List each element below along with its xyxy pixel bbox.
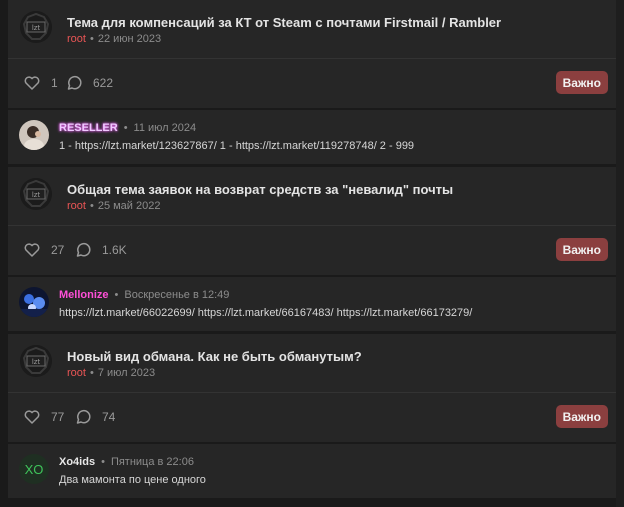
post-time: Пятница в 22:06 [110, 456, 194, 468]
post-meta: Xo4ids • Пятница в 22:06 [59, 456, 194, 468]
latest-post[interactable]: Mellonize • Воскресенье в 12:49 https://lz… [8, 277, 616, 331]
post-time: 11 июл 2024 [133, 122, 197, 134]
separator-dot: • [114, 289, 119, 301]
lzt-logo-icon: lzt [20, 178, 52, 210]
thread-title[interactable]: Общая тема заявок на возврат средств за … [67, 182, 453, 197]
author-avatar[interactable]: lzt [20, 345, 52, 377]
thread-date: 7 июл 2023 [97, 367, 156, 379]
thread-title[interactable]: Тема для компенсаций за КТ от Steam с по… [67, 15, 501, 30]
post-text[interactable]: Два мамонта по цене одного [59, 474, 206, 486]
separator-dot: • [89, 33, 94, 45]
user-photo-icon [19, 287, 49, 317]
user-avatar[interactable]: XO [19, 454, 49, 484]
user-avatar[interactable] [19, 120, 49, 150]
thread-meta: root • 22 июн 2023 [67, 33, 161, 45]
like-count: 27 [51, 243, 65, 257]
thread-actions: 27 1.6K Важно [8, 225, 616, 275]
post-meta: Mellonize • Воскресенье в 12:49 [59, 289, 229, 301]
post-username[interactable]: Xo4ids [59, 456, 95, 468]
thread-meta: root • 25 май 2022 [67, 200, 160, 212]
comment-icon [76, 242, 91, 257]
like-button[interactable]: 27 [23, 241, 64, 259]
like-count: 77 [51, 410, 65, 424]
comments-button[interactable]: 74 [74, 408, 115, 426]
thread-actions: 1 622 Важно [8, 58, 616, 108]
comments-button[interactable]: 1.6K [74, 241, 127, 259]
post-text[interactable]: https://lzt.market/66022699/ https://lzt… [59, 307, 472, 319]
post-username[interactable]: RESELLER [59, 122, 118, 134]
comment-count: 1.6K [102, 243, 127, 257]
author-avatar[interactable]: lzt [20, 178, 52, 210]
author-avatar[interactable]: lzt [20, 11, 52, 43]
important-badge[interactable]: Важно [555, 71, 608, 94]
post-meta: RESELLER • 11 июл 2024 [59, 122, 196, 134]
comment-icon [67, 75, 82, 90]
user-avatar[interactable] [19, 287, 49, 317]
latest-post[interactable]: XO Xo4ids • Пятница в 22:06 Два мамонта по… [8, 444, 616, 498]
comment-count: 622 [93, 76, 114, 90]
comment-count: 74 [102, 410, 116, 424]
lzt-logo-icon: lzt [20, 11, 52, 43]
thread-card[interactable]: lzt Общая тема заявок на возврат средств… [8, 167, 616, 275]
thread-meta: root • 7 июл 2023 [67, 367, 155, 379]
important-badge[interactable]: Важно [555, 238, 608, 261]
svg-text:lzt: lzt [32, 191, 41, 199]
separator-dot: • [123, 122, 128, 134]
like-button[interactable]: 1 [23, 74, 58, 92]
thread-header: lzt Тема для компенсаций за КТ от Steam … [8, 0, 616, 58]
like-button[interactable]: 77 [23, 408, 64, 426]
thread-header: lzt Общая тема заявок на возврат средств… [8, 167, 616, 225]
thread-date: 22 июн 2023 [97, 33, 162, 45]
thread-author[interactable]: root [67, 367, 86, 379]
important-badge[interactable]: Важно [555, 405, 608, 428]
thread-feed: lzt Тема для компенсаций за КТ от Steam … [8, 0, 616, 507]
thread-card[interactable]: lzt Новый вид обмана. Как не быть обману… [8, 334, 616, 442]
thread-actions: 77 74 Важно [8, 392, 616, 442]
thread-header: lzt Новый вид обмана. Как не быть обману… [8, 334, 616, 392]
lzt-logo-icon: lzt [20, 345, 52, 377]
svg-text:lzt: lzt [32, 358, 41, 366]
thread-author[interactable]: root [67, 200, 86, 212]
thread-card[interactable]: lzt Тема для компенсаций за КТ от Steam … [8, 0, 616, 108]
separator-dot: • [101, 456, 105, 468]
latest-post[interactable]: RESELLER • 11 июл 2024 1 - https://lzt.mar… [8, 110, 616, 164]
separator-dot: • [89, 367, 94, 379]
post-text[interactable]: 1 - https://lzt.market/123627867/ 1 - ht… [59, 140, 414, 152]
post-time: Воскресенье в 12:49 [124, 289, 230, 301]
comment-icon [76, 409, 91, 424]
user-photo-icon [19, 120, 49, 150]
heart-icon [24, 410, 40, 424]
thread-author[interactable]: root [67, 33, 86, 45]
thread-title[interactable]: Новый вид обмана. Как не быть обманутым? [67, 349, 362, 364]
like-count: 1 [51, 76, 58, 90]
heart-icon [24, 243, 40, 257]
comments-button[interactable]: 622 [65, 74, 113, 92]
post-username[interactable]: Mellonize [59, 289, 109, 301]
heart-icon [24, 76, 40, 90]
separator-dot: • [89, 200, 94, 212]
thread-date: 25 май 2022 [97, 200, 161, 212]
svg-text:lzt: lzt [32, 24, 41, 32]
scrollbar-track[interactable] [616, 0, 624, 507]
